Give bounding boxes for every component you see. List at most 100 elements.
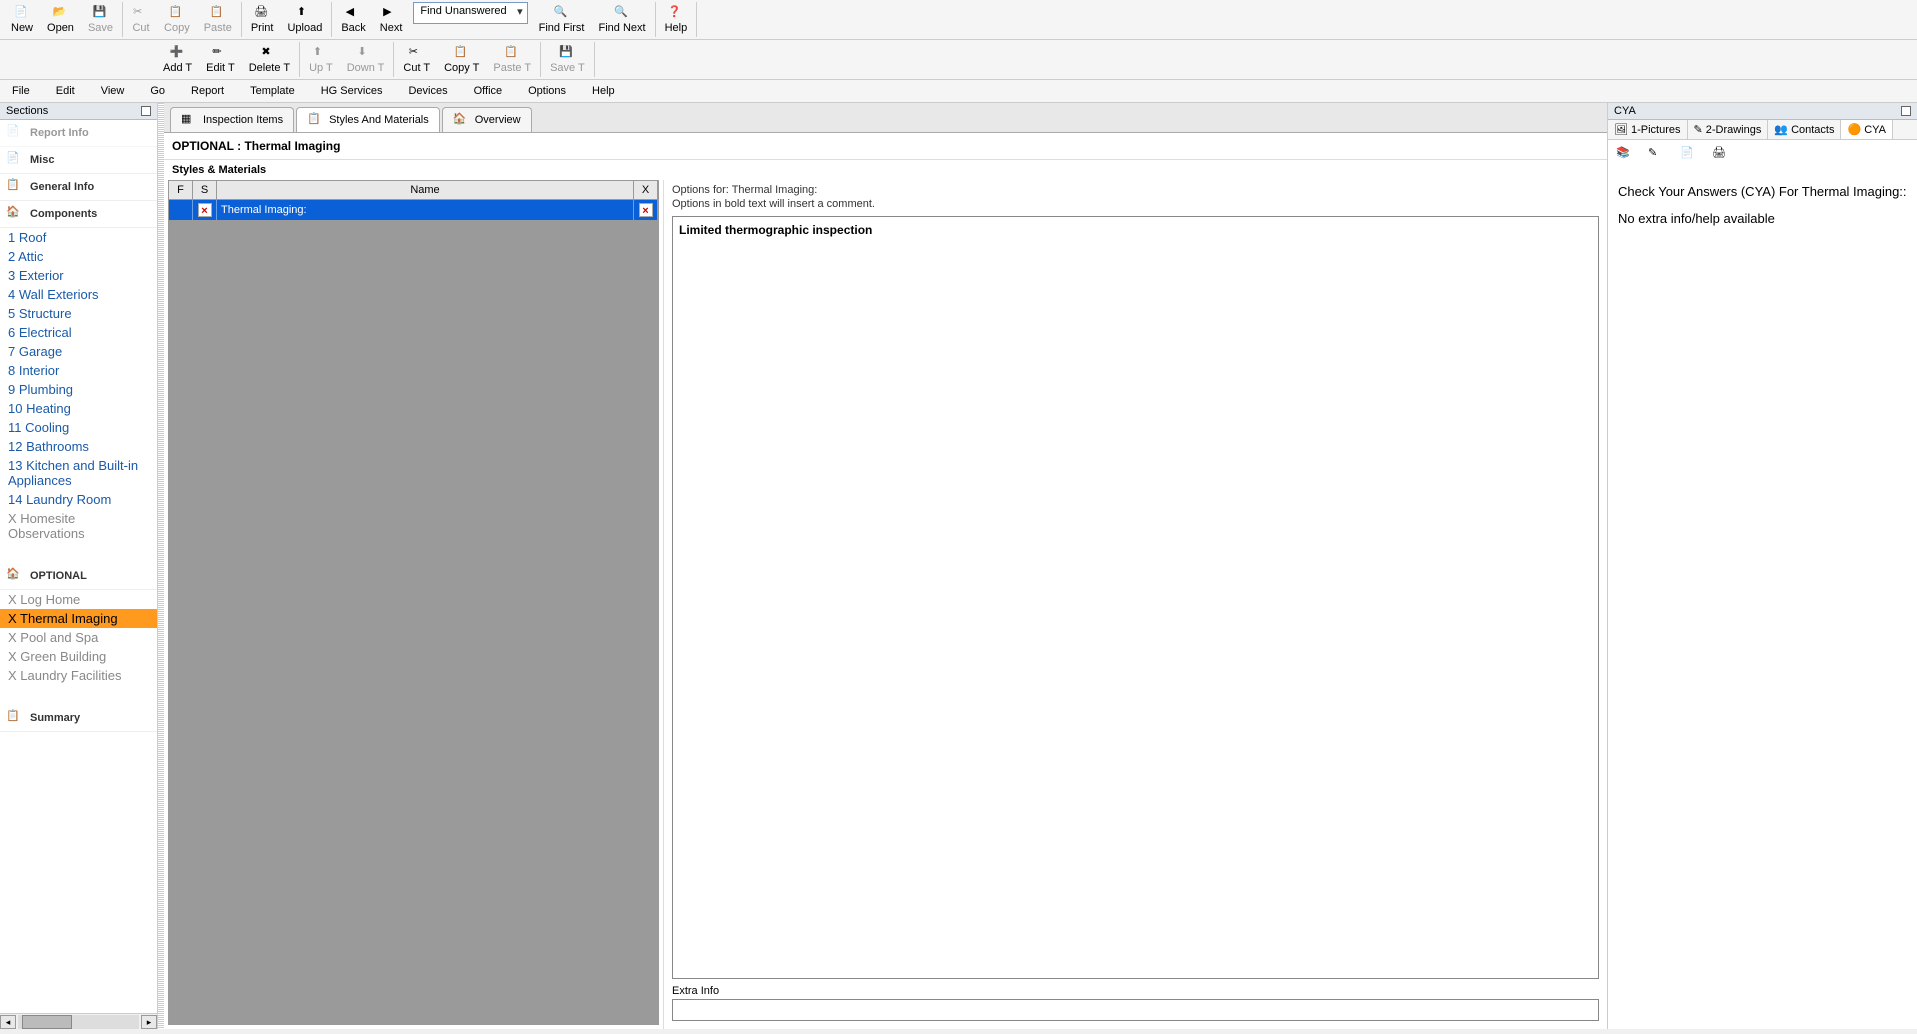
right-tab-cya[interactable]: CYA [1841, 120, 1893, 139]
tab-inspection-items[interactable]: Inspection Items [170, 107, 294, 132]
right-tab-contacts[interactable]: Contacts [1768, 120, 1841, 139]
menu-report[interactable]: Report [185, 82, 230, 100]
new-button[interactable]: New [4, 2, 40, 37]
next-button[interactable]: Next [373, 2, 410, 37]
menu-help[interactable]: Help [586, 82, 621, 100]
delete-icon[interactable]: × [198, 203, 212, 217]
scroll-right-button[interactable]: ▸ [141, 1015, 157, 1029]
optional-x-laundry-facilities[interactable]: X Laundry Facilities [0, 666, 157, 685]
section-misc[interactable]: Misc [0, 147, 157, 174]
edit-icon[interactable] [1648, 146, 1674, 172]
paste-icon [210, 5, 226, 21]
option-item[interactable]: Limited thermographic inspection [679, 223, 1592, 237]
component-11-cooling[interactable]: 11 Cooling [0, 418, 157, 437]
grid-row[interactable]: × Thermal Imaging: × [169, 200, 658, 220]
menu-hg-services[interactable]: HG Services [315, 82, 389, 100]
clipboard-icon [6, 709, 24, 727]
upt-button[interactable]: Up T [302, 42, 340, 77]
menu-edit[interactable]: Edit [50, 82, 81, 100]
help-icon [668, 5, 684, 21]
optional-x-green-building[interactable]: X Green Building [0, 647, 157, 666]
grid-header-s[interactable]: S [193, 181, 217, 199]
menu-template[interactable]: Template [244, 82, 301, 100]
upload-button[interactable]: Upload [280, 2, 329, 37]
section-summary[interactable]: Summary [0, 705, 157, 732]
component-7-garage[interactable]: 7 Garage [0, 342, 157, 361]
print-icon[interactable] [1712, 146, 1738, 172]
cut-button[interactable]: Cut [125, 2, 157, 37]
cutt-button[interactable]: Cut T [396, 42, 437, 77]
menu-file[interactable]: File [6, 82, 36, 100]
options-subheader: Options in bold text will insert a comme… [672, 198, 1599, 210]
upload-icon [297, 5, 313, 21]
component-2-attic[interactable]: 2 Attic [0, 247, 157, 266]
optional-x-thermal-imaging[interactable]: X Thermal Imaging [0, 609, 157, 628]
pictures-icon [1614, 123, 1628, 136]
grid-header-name[interactable]: Name [217, 181, 634, 199]
options-list[interactable]: Limited thermographic inspection [672, 216, 1599, 979]
sections-list: 📄Report Info Misc General Info Component… [0, 120, 157, 1013]
component-8-interior[interactable]: 8 Interior [0, 361, 157, 380]
find-dropdown[interactable]: Find Unanswered [413, 2, 527, 24]
component-14-laundry-room[interactable]: 14 Laundry Room [0, 490, 157, 509]
grid-body[interactable]: × Thermal Imaging: × [168, 200, 659, 1025]
menu-go[interactable]: Go [144, 82, 171, 100]
menu-office[interactable]: Office [468, 82, 509, 100]
open-button[interactable]: Open [40, 2, 81, 37]
component-12-bathrooms[interactable]: 12 Bathrooms [0, 437, 157, 456]
component-5-structure[interactable]: 5 Structure [0, 304, 157, 323]
component-3-exterior[interactable]: 3 Exterior [0, 266, 157, 285]
print-button[interactable]: Print [244, 2, 281, 37]
books-icon[interactable] [1616, 146, 1642, 172]
help-button[interactable]: Help [658, 2, 695, 37]
copy-button[interactable]: Copy [157, 2, 197, 37]
section-general-info[interactable]: General Info [0, 174, 157, 201]
grid-header-f[interactable]: F [169, 181, 193, 199]
grid-row-name[interactable]: Thermal Imaging: [217, 200, 634, 220]
section-components[interactable]: Components [0, 201, 157, 228]
sections-scrollbar[interactable]: ◂ ▸ [0, 1013, 157, 1029]
menu-bar: File Edit View Go Report Template HG Services D… [0, 80, 1917, 103]
deletet-button[interactable]: Delete T [242, 42, 297, 77]
menu-devices[interactable]: Devices [402, 82, 453, 100]
menu-options[interactable]: Options [522, 82, 572, 100]
save-button[interactable]: Save [81, 2, 120, 37]
editt-button[interactable]: Edit T [199, 42, 242, 77]
extra-info-input[interactable] [672, 999, 1599, 1021]
copyt-button[interactable]: Copy T [437, 42, 486, 77]
scroll-left-button[interactable]: ◂ [0, 1015, 16, 1029]
right-tab-drawings[interactable]: 2-Drawings [1688, 120, 1769, 139]
copy-icon[interactable] [1680, 146, 1706, 172]
optional-x-pool-and-spa[interactable]: X Pool and Spa [0, 628, 157, 647]
section-report-info[interactable]: 📄Report Info [0, 120, 157, 147]
delete-icon[interactable]: × [639, 203, 653, 217]
grid-header-x[interactable]: X [634, 181, 658, 199]
tab-overview[interactable]: Overview [442, 107, 532, 132]
savet-button[interactable]: Save T [543, 42, 592, 77]
component-10-heating[interactable]: 10 Heating [0, 399, 157, 418]
findnext-icon [614, 5, 630, 21]
panel-collapse-icon[interactable] [141, 106, 151, 116]
panel-collapse-icon[interactable] [1901, 106, 1911, 116]
optional-x-log-home[interactable]: X Log Home [0, 590, 157, 609]
component-1-roof[interactable]: 1 Roof [0, 228, 157, 247]
section-homesite-observations[interactable]: X Homesite Observations [0, 509, 157, 543]
tab-styles-materials[interactable]: Styles And Materials [296, 107, 440, 132]
component-13-kitchen-and-built-in-appliances[interactable]: 13 Kitchen and Built-in Appliances [0, 456, 157, 490]
back-button[interactable]: Back [334, 2, 372, 37]
right-tab-pictures[interactable]: 1-Pictures [1608, 120, 1688, 139]
downt-button[interactable]: Down T [340, 42, 392, 77]
findnext-button[interactable]: Find Next [591, 2, 652, 37]
pastet-button[interactable]: Paste T [486, 42, 538, 77]
paste-button[interactable]: Paste [197, 2, 239, 37]
contacts-icon [1774, 123, 1788, 136]
component-9-plumbing[interactable]: 9 Plumbing [0, 380, 157, 399]
clipboard-icon [6, 178, 24, 196]
section-optional[interactable]: OPTIONAL [0, 563, 157, 590]
overview-icon [453, 112, 469, 128]
addt-button[interactable]: Add T [156, 42, 199, 77]
component-6-electrical[interactable]: 6 Electrical [0, 323, 157, 342]
menu-view[interactable]: View [95, 82, 131, 100]
findfirst-button[interactable]: Find First [532, 2, 592, 37]
component-4-wall-exteriors[interactable]: 4 Wall Exteriors [0, 285, 157, 304]
